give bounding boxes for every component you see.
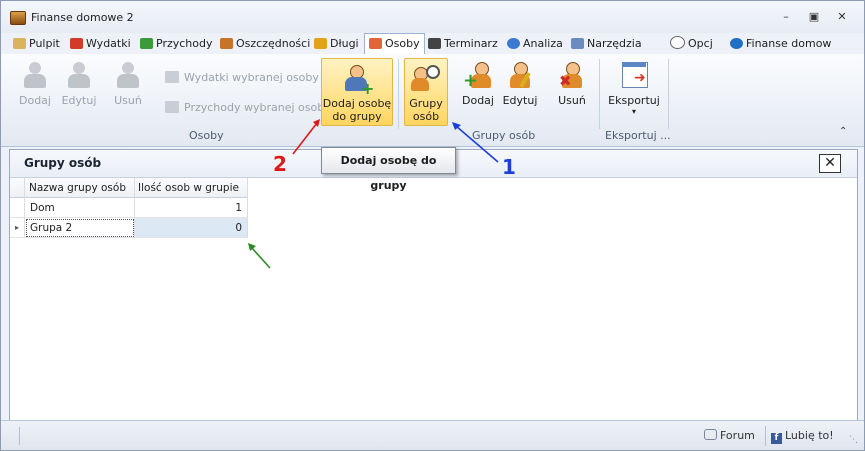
annotation-number-1: 1 [502, 155, 516, 179]
blue-arrow [455, 125, 499, 163]
annotation-arrows [248, 119, 499, 269]
annotation-number-2: 2 [273, 152, 287, 176]
green-arrow-head [248, 243, 256, 251]
red-arrow [292, 122, 318, 155]
green-arrow [250, 246, 271, 269]
